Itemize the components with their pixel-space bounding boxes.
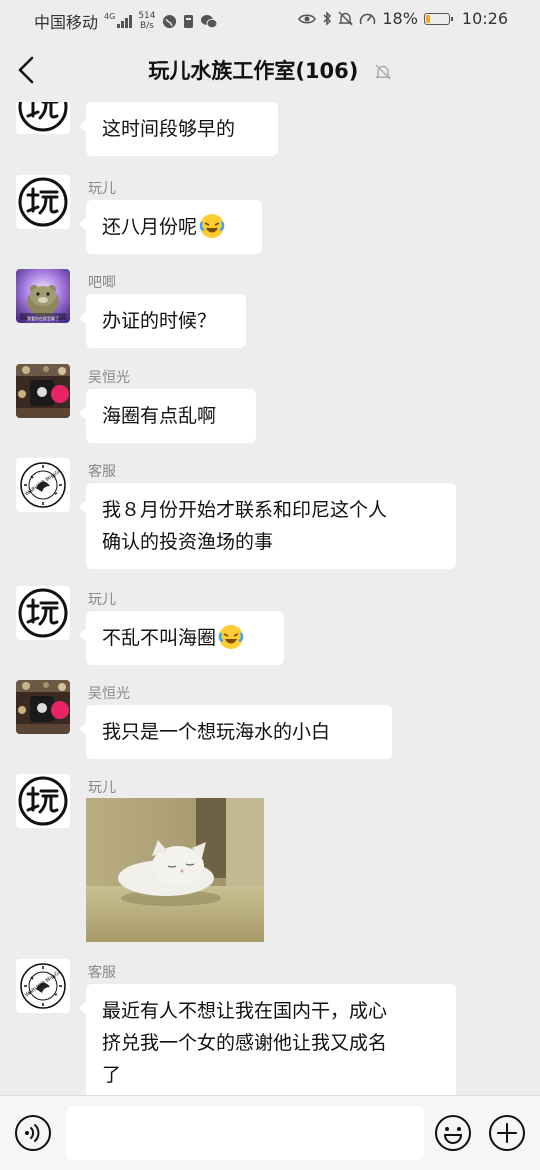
- message-bubble[interactable]: 不乱不叫海圈: [79, 611, 284, 665]
- net-speed: 514 B/s: [138, 11, 155, 31]
- smiley-icon: [435, 1115, 471, 1151]
- chat-header: 玩儿水族工作室(106): [0, 38, 540, 102]
- avatar-wan[interactable]: [16, 102, 70, 134]
- laughing-crying-emoji-icon: [218, 625, 244, 649]
- wechat-icon: [200, 14, 217, 28]
- message-list[interactable]: 这时间段够早的 玩儿 还八月份呢 我看你在群里聊了 吧唧 办证的时候？ 吴恒光 …: [0, 102, 540, 1095]
- net-speed-value: 514: [138, 11, 156, 21]
- avatar-circle-logo[interactable]: WARUCIB MissGenB: [16, 959, 70, 1013]
- message-text: 办证的时候？: [102, 310, 217, 332]
- more-button[interactable]: [488, 1114, 526, 1152]
- message-text-line: 挤兑我一个女的感谢他让我又成名: [102, 1032, 388, 1054]
- network-type-label: 4G: [104, 12, 116, 21]
- carrier-label: 中国移动: [34, 13, 99, 32]
- image-message-sleeping-cat[interactable]: [86, 798, 264, 942]
- sender-name: 吴恒光: [88, 686, 130, 702]
- avatar-caption: 我看你在群里聊了: [27, 316, 59, 321]
- sender-name: 玩儿: [88, 780, 116, 796]
- avatar-fish-tank[interactable]: [16, 364, 70, 418]
- message-text: 还八月份呢: [102, 216, 198, 238]
- laughing-crying-emoji-icon: [199, 214, 225, 238]
- sender-name: 吴恒光: [88, 370, 130, 386]
- mute-bell-icon: [338, 11, 354, 26]
- message-text: 这时间段够早的: [102, 118, 236, 140]
- sender-name: 吧唧: [88, 275, 116, 291]
- emoji-button[interactable]: [434, 1114, 472, 1152]
- avatar-hamster[interactable]: 我看你在群里聊了: [16, 269, 70, 323]
- message-bubble[interactable]: 最近有人不想让我在国内干，成心 挤兑我一个女的感谢他让我又成名 了: [79, 984, 456, 1095]
- message-bubble[interactable]: 我８月份开始才联系和印尼这个人 确认的投资渔场的事: [79, 483, 456, 569]
- avatar-wan[interactable]: [16, 774, 70, 828]
- avatar-wan[interactable]: [16, 175, 70, 229]
- message-text: 不乱不叫海圈: [102, 627, 217, 649]
- bluetooth-icon: [323, 11, 332, 26]
- message-text: 海圈有点乱啊: [102, 405, 217, 427]
- avatar-circle-logo[interactable]: WARUCIB MissGenB: [16, 458, 70, 512]
- data-saver-icon: [360, 13, 376, 25]
- message-text-line: 确认的投资渔场的事: [102, 531, 274, 553]
- sim-icon: [183, 14, 193, 28]
- battery-fill: [425, 14, 431, 23]
- status-bar: 中国移动 4G 514 B/s 18% 10:26: [0, 0, 540, 38]
- voice-button[interactable]: [14, 1114, 52, 1152]
- net-speed-unit: B/s: [139, 21, 154, 31]
- message-input[interactable]: [66, 1106, 424, 1160]
- sender-name: 客服: [88, 965, 116, 981]
- globe-icon: [162, 14, 176, 28]
- chat-title-wrap: 玩儿水族工作室(106): [0, 55, 540, 85]
- message-text-line: 了: [102, 1064, 122, 1086]
- voice-icon: [15, 1115, 51, 1151]
- message-text-line: 我８月份开始才联系和印尼这个人: [102, 499, 388, 521]
- status-time: 10:26: [461, 9, 508, 28]
- avatar-fish-tank[interactable]: [16, 680, 70, 734]
- message-bubble[interactable]: 海圈有点乱啊: [79, 389, 256, 443]
- battery-icon: [423, 12, 453, 25]
- message-text: 我只是一个想玩海水的小白: [102, 721, 331, 743]
- sleeping-cat-image: [86, 798, 264, 942]
- sender-name: 玩儿: [88, 181, 116, 197]
- status-right: 18% 10:26: [298, 9, 508, 28]
- message-bubble[interactable]: 这时间段够早的: [79, 102, 278, 156]
- chat-title: 玩儿水族工作室(106): [148, 59, 359, 83]
- battery-percent: 18%: [382, 9, 418, 28]
- plus-icon: [489, 1115, 525, 1151]
- sender-name: 玩儿: [88, 592, 116, 608]
- sender-name: 客服: [88, 464, 116, 480]
- message-text-line: 最近有人不想让我在国内干，成心: [102, 1000, 388, 1022]
- muted-bell-icon: [374, 64, 391, 80]
- signal-icon: [117, 14, 133, 28]
- message-bubble[interactable]: 还八月份呢: [79, 200, 262, 254]
- message-bubble[interactable]: 办证的时候？: [79, 294, 246, 348]
- input-bar: [0, 1095, 540, 1170]
- eye-icon: [298, 13, 317, 24]
- status-left: 中国移动 4G 514 B/s: [34, 9, 218, 33]
- message-bubble[interactable]: 我只是一个想玩海水的小白: [79, 705, 392, 759]
- avatar-wan[interactable]: [16, 586, 70, 640]
